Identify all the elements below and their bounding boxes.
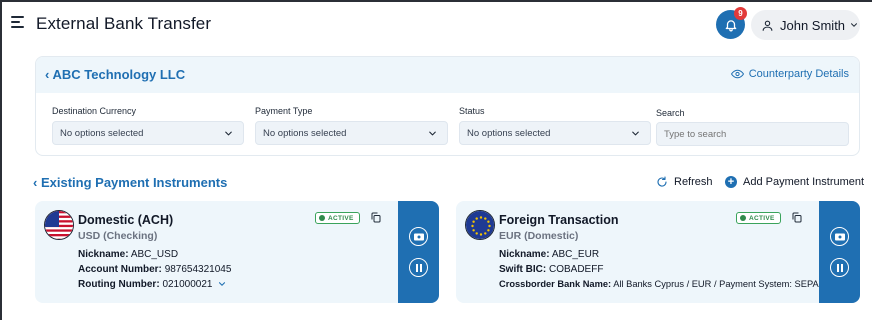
refresh-button[interactable]: Refresh <box>656 176 713 188</box>
add-payment-instrument-label: Add Payment Instrument <box>743 176 865 188</box>
nickname-value: ABC_USD <box>130 249 179 260</box>
swift-bic-label: Swift BIC: <box>499 264 547 275</box>
counterparty-back-link[interactable]: ‹ ABC Technology LLC <box>45 67 185 82</box>
swift-bic-row: Swift BIC: COBADEFF <box>499 264 603 275</box>
money-icon <box>834 233 845 240</box>
user-name: John Smith <box>780 17 846 33</box>
instrument-subtitle: USD (Checking) <box>78 230 158 242</box>
chevron-left-icon: ‹ <box>33 175 38 190</box>
chevron-down-icon <box>632 131 639 136</box>
pause-icon <box>836 263 843 272</box>
pause-button[interactable] <box>409 258 428 277</box>
chevron-down-icon <box>429 131 436 136</box>
nickname-label: Nickname: <box>499 249 550 260</box>
bell-icon <box>725 19 736 31</box>
account-number-label: Account Number: <box>78 264 162 275</box>
chevron-down-icon <box>225 131 232 136</box>
pause-icon <box>415 263 422 272</box>
refresh-label: Refresh <box>674 176 713 188</box>
account-number-value: 987654321045 <box>164 264 232 275</box>
existing-instruments-back-link[interactable]: ‹ Existing Payment Instruments <box>33 175 227 190</box>
status-value: No options selected <box>467 127 551 139</box>
nickname-value: ABC_EUR <box>551 249 600 260</box>
us-flag-icon <box>44 210 74 240</box>
status-badge-label: ACTIVE <box>749 214 775 222</box>
chevron-left-icon: ‹ <box>45 67 50 82</box>
counterparty-name: ABC Technology LLC <box>52 67 186 82</box>
add-payment-instrument-button[interactable]: + Add Payment Instrument <box>725 176 864 188</box>
money-icon <box>413 233 424 240</box>
refresh-icon <box>657 176 667 187</box>
pause-button[interactable] <box>830 258 849 277</box>
instrument-card-foreign[interactable]: Foreign Transaction EUR (Domestic) Nickn… <box>456 201 860 303</box>
copy-icon[interactable] <box>370 211 382 224</box>
user-icon <box>762 20 773 31</box>
check-icon <box>740 215 746 221</box>
crossborder-bank-value: All Banks Cyprus / EUR / Payment System:… <box>613 279 819 289</box>
routing-number-value: 021000021 <box>162 279 213 290</box>
status-label: Status <box>459 106 485 116</box>
plus-icon: + <box>725 176 737 188</box>
destination-currency-label: Destination Currency <box>52 106 137 116</box>
instrument-subtitle: EUR (Domestic) <box>499 230 579 242</box>
transfer-money-button[interactable] <box>830 227 849 246</box>
top-bar: External Bank Transfer 9 John Smith <box>0 0 872 48</box>
existing-instruments-title: Existing Payment Instruments <box>40 175 228 190</box>
destination-currency-value: No options selected <box>60 127 144 139</box>
eye-icon <box>730 69 744 79</box>
counterparty-details-label: Counterparty Details <box>748 68 849 80</box>
search-label: Search <box>656 108 685 118</box>
instrument-title: Foreign Transaction <box>499 213 619 227</box>
destination-currency-select[interactable]: No options selected <box>52 121 244 145</box>
chevron-down-icon <box>851 23 858 27</box>
status-badge: ACTIVE <box>736 212 781 224</box>
counterparty-card: ‹ ABC Technology LLC Counterparty Detail… <box>35 56 860 156</box>
routing-number-row: Routing Number: 021000021 <box>78 279 227 290</box>
status-badge: ACTIVE <box>315 212 360 224</box>
status-select[interactable]: No options selected <box>459 121 651 145</box>
crossborder-bank-row: Crossborder Bank Name: All Banks Cyprus … <box>499 279 819 289</box>
copy-icon[interactable] <box>791 211 803 224</box>
search-input[interactable] <box>656 122 849 146</box>
user-menu-button[interactable]: John Smith <box>751 10 860 40</box>
account-number-row: Account Number: 987654321045 <box>78 264 231 275</box>
counterparty-details-link[interactable]: Counterparty Details <box>730 68 849 80</box>
card-action-rail <box>819 201 860 303</box>
counterparty-header: ‹ ABC Technology LLC Counterparty Detail… <box>36 57 859 93</box>
payment-type-label: Payment Type <box>255 106 313 116</box>
page-title: External Bank Transfer <box>36 14 212 33</box>
nickname-label: Nickname: <box>78 249 129 260</box>
status-badge-label: ACTIVE <box>328 214 354 222</box>
check-icon <box>319 215 325 221</box>
nickname-row: Nickname: ABC_EUR <box>499 249 599 260</box>
routing-number-label: Routing Number: <box>78 279 160 290</box>
notification-count-badge: 9 <box>734 7 747 20</box>
instrument-card-domestic[interactable]: Domestic (ACH) USD (Checking) Nickname: … <box>35 201 439 303</box>
instrument-title: Domestic (ACH) <box>78 213 174 227</box>
payment-type-value: No options selected <box>263 127 347 139</box>
payment-type-select[interactable]: No options selected <box>255 121 448 145</box>
swift-bic-value: COBADEFF <box>549 264 604 275</box>
transfer-money-button[interactable] <box>409 227 428 246</box>
eu-flag-icon <box>465 210 495 240</box>
hamburger-menu-icon[interactable] <box>11 16 25 30</box>
chevron-down-icon[interactable] <box>217 279 227 289</box>
card-action-rail <box>398 201 439 303</box>
crossborder-bank-label: Crossborder Bank Name: <box>499 279 612 289</box>
nickname-row: Nickname: ABC_USD <box>78 249 178 260</box>
